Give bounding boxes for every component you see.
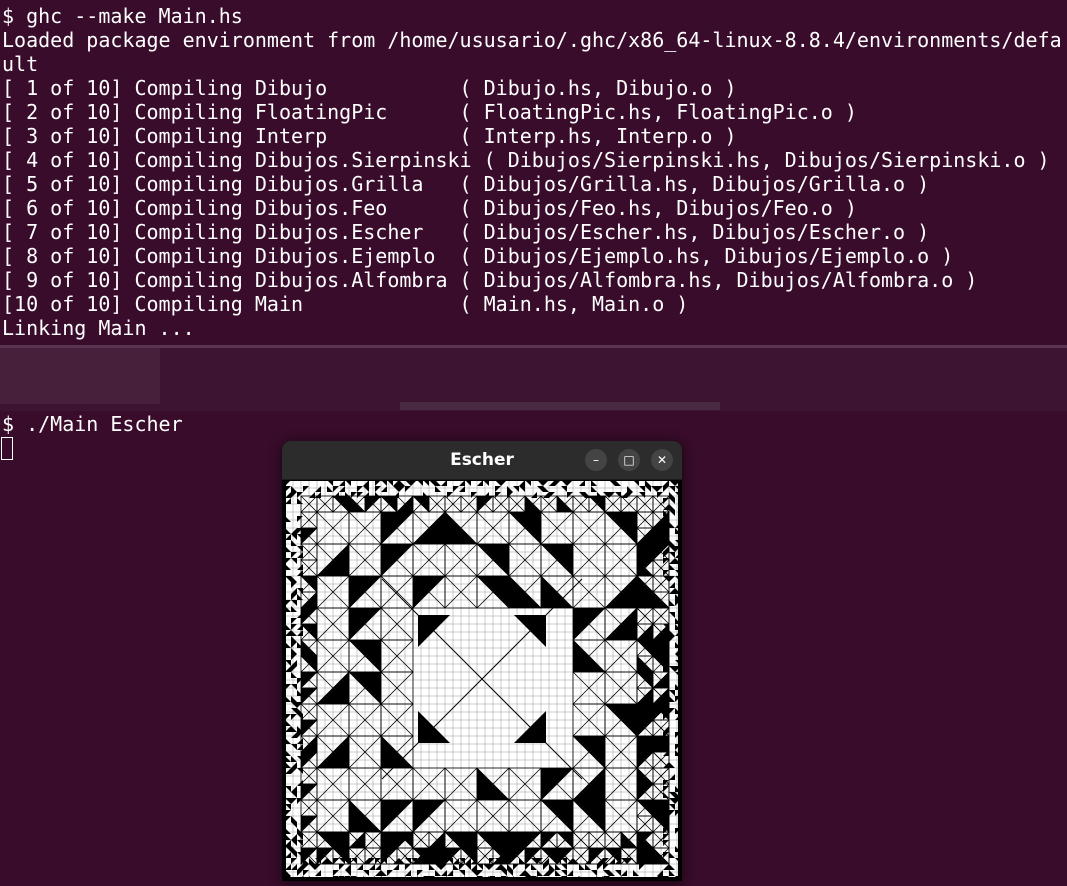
escher-window[interactable]: Escher – □ ✕ — [282, 441, 682, 881]
terminal-line-compile-4: [ 4 of 10] Compiling Dibujos.Sierpinski … — [2, 148, 1050, 172]
close-button[interactable]: ✕ — [651, 449, 673, 471]
terminal-line-compile-10: [10 of 10] Compiling Main ( Main.hs, Mai… — [2, 292, 689, 316]
terminal-line-ghc-command: $ ghc --make Main.hs — [2, 4, 243, 28]
escher-graphics — [285, 480, 679, 878]
terminal-line-compile-5: [ 5 of 10] Compiling Dibujos.Grilla ( Di… — [2, 172, 930, 196]
terminal-line-linking: Linking Main ... — [2, 316, 195, 340]
terminal-cursor — [1, 437, 13, 460]
terminal-line-compile-6: [ 6 of 10] Compiling Dibujos.Feo ( Dibuj… — [2, 196, 857, 220]
render-artifact-row — [0, 345, 1067, 348]
terminal-line-compile-9: [ 9 of 10] Compiling Dibujos.Alfombra ( … — [2, 268, 978, 292]
escher-pattern — [285, 480, 679, 878]
terminal-line-compile-7: [ 7 of 10] Compiling Dibujos.Escher ( Di… — [2, 220, 930, 244]
terminal-line-run-command: $ ./Main Escher — [2, 412, 183, 436]
terminal-line-compile-3: [ 3 of 10] Compiling Interp ( Interp.hs,… — [2, 124, 737, 148]
maximize-button[interactable]: □ — [618, 449, 640, 471]
render-artifact-bar — [400, 402, 720, 410]
terminal-line-package-env: Loaded package environment from /home/us… — [2, 28, 1062, 52]
minimize-button[interactable]: – — [585, 449, 607, 471]
terminal-line-compile-8: [ 8 of 10] Compiling Dibujos.Ejemplo ( D… — [2, 244, 954, 268]
escher-drawing-canvas — [285, 480, 679, 878]
window-titlebar[interactable]: Escher – □ ✕ — [282, 441, 682, 480]
terminal-line-package-env-wrap: ult — [2, 52, 39, 76]
render-artifact-block — [0, 348, 160, 404]
terminal-line-compile-2: [ 2 of 10] Compiling FloatingPic ( Float… — [2, 100, 857, 124]
terminal-line-compile-1: [ 1 of 10] Compiling Dibujo ( Dibujo.hs,… — [2, 76, 737, 100]
